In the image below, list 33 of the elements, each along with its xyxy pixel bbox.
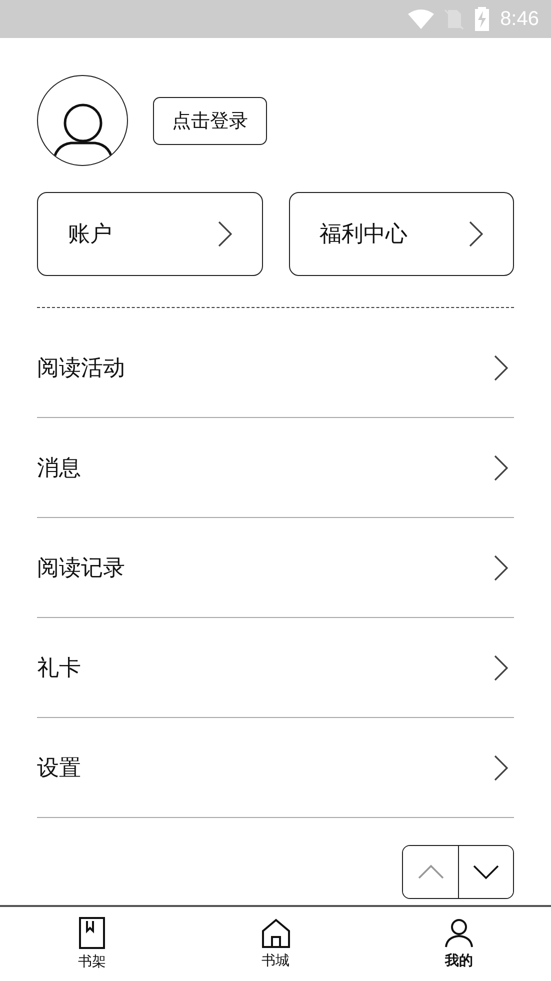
menu-label: 消息 (37, 454, 81, 482)
nav-tab[interactable]: 我的 (367, 907, 551, 981)
chevron-right-icon (494, 554, 508, 580)
login-button[interactable]: 点击登录 (153, 96, 267, 144)
chevron-right-icon (494, 454, 508, 480)
home-icon (260, 918, 290, 948)
chevron-down-icon (472, 864, 500, 880)
menu-item[interactable]: 设置 (37, 718, 514, 818)
menu-item[interactable]: 阅读活动 (37, 318, 514, 418)
menu-label: 设置 (37, 754, 81, 782)
chevron-right-icon (494, 754, 508, 780)
person-icon (444, 918, 474, 948)
menu-item[interactable]: 阅读记录 (37, 518, 514, 618)
menu-label: 阅读记录 (37, 554, 125, 582)
menu-card[interactable]: 账户 (37, 192, 262, 276)
chevron-right-icon (469, 221, 483, 247)
card-label: 账户 (68, 221, 112, 249)
chevron-right-icon (218, 221, 232, 247)
card-label: 福利中心 (320, 221, 408, 249)
menu-label: 礼卡 (37, 654, 81, 682)
wifi-icon (408, 8, 434, 30)
page-down-button[interactable] (458, 846, 513, 898)
book-icon (78, 917, 105, 949)
battery-charging-icon (474, 7, 490, 31)
menu-card[interactable]: 福利中心 (288, 192, 514, 276)
nav-tab[interactable]: 书架 (0, 907, 184, 981)
menu-label: 阅读活动 (37, 354, 125, 382)
menu-item[interactable]: 消息 (37, 418, 514, 518)
chevron-up-icon (416, 864, 444, 880)
chevron-right-icon (494, 654, 508, 680)
menu-item[interactable]: 礼卡 (37, 618, 514, 718)
nav-tab[interactable]: 书城 (184, 907, 368, 981)
chevron-right-icon (494, 354, 508, 380)
